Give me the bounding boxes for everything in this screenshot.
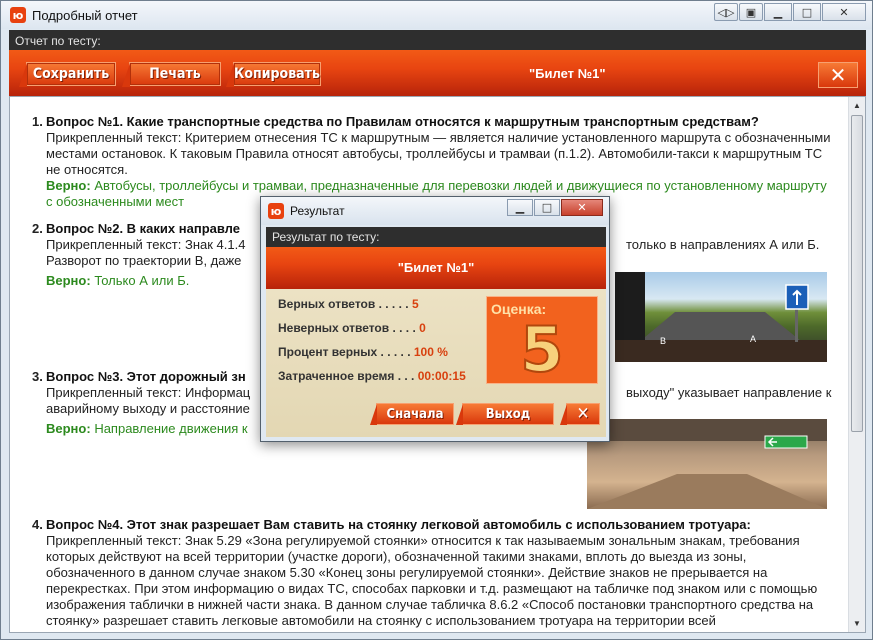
- question-title: Вопрос №4. Этот знак разрешает Вам стави…: [46, 517, 751, 532]
- correct-label: Верно:: [46, 421, 91, 436]
- start-over-button[interactable]: Сначала: [370, 403, 454, 425]
- ticket-title: "Билет №1": [529, 66, 606, 81]
- svg-text:В: В: [660, 336, 666, 346]
- question-text-part: только в направлениях А или Б.: [626, 237, 820, 252]
- stat-correct: Верных ответов . . . . . 5: [278, 297, 419, 311]
- exit-button[interactable]: Выход: [456, 403, 554, 425]
- toolbar: Сохранить Печать Копировать "Билет №1" ✕: [9, 50, 866, 96]
- toolbar-close-button[interactable]: ✕: [818, 62, 858, 88]
- tunnel-scene-image: [587, 419, 827, 509]
- scroll-down-icon[interactable]: ▼: [849, 615, 865, 632]
- close-icon: ✕: [829, 63, 847, 87]
- question-number: 3.: [32, 369, 43, 384]
- dialog-controls: ▁ □ ✕: [506, 199, 603, 216]
- question-number: 4.: [32, 517, 43, 532]
- print-button[interactable]: Печать: [122, 62, 221, 87]
- report-subheader: Отчет по тесту:: [9, 30, 866, 50]
- stat-percent: Процент верных . . . . . 100 %: [278, 345, 448, 359]
- question-text: Прикрепленный текст: Знак 5.29 «Зона рег…: [46, 533, 818, 628]
- correct-label: Верно:: [46, 273, 91, 288]
- correct-text: Направление движения к: [94, 421, 248, 436]
- save-button[interactable]: Сохранить: [19, 62, 116, 87]
- stat-time: Затраченное время . . . 00:00:15: [278, 369, 466, 383]
- correct-label: Верно:: [46, 178, 91, 193]
- question-3-image: [587, 419, 827, 509]
- copy-icon[interactable]: ▣: [739, 3, 763, 21]
- dialog-close-button[interactable]: ✕: [561, 199, 603, 216]
- correct-text: Только А или Б.: [94, 273, 190, 288]
- maximize-button[interactable]: □: [793, 3, 821, 21]
- question-text: Прикрепленный текст: Критерием отнесения…: [46, 130, 831, 177]
- copy-button[interactable]: Копировать: [226, 62, 321, 87]
- close-icon: ✕: [576, 404, 590, 424]
- window-title: Подробный отчет: [32, 7, 138, 23]
- vertical-scrollbar[interactable]: ▲ ▼: [848, 97, 865, 632]
- question-text-part: выходу" указывает направление к: [626, 385, 832, 400]
- question-number: 1.: [32, 114, 43, 129]
- scroll-thumb[interactable]: [851, 115, 863, 432]
- app-logo-icon: ю: [10, 7, 26, 23]
- app-logo-icon: ю: [268, 203, 284, 219]
- question-title: Вопрос №1. Какие транспортные средства п…: [46, 114, 759, 129]
- close-button[interactable]: ✕: [822, 3, 866, 21]
- restore-icon[interactable]: ◁▷: [714, 3, 738, 21]
- dialog-titlebar: ю Результат ▁ □ ✕: [261, 197, 609, 225]
- question-number: 2.: [32, 221, 43, 236]
- minimize-button[interactable]: ▁: [507, 199, 533, 216]
- grade-box: Оценка: 5: [486, 296, 598, 387]
- scroll-up-icon[interactable]: ▲: [849, 97, 865, 114]
- dialog-close-icon-button[interactable]: ✕: [560, 403, 600, 425]
- result-dialog: ю Результат ▁ □ ✕ Результат по тесту: "Б…: [260, 196, 610, 442]
- minimize-button[interactable]: ▁: [764, 3, 792, 21]
- dialog-ticket-band: "Билет №1": [266, 247, 606, 289]
- dialog-ticket-title: "Билет №1": [397, 260, 475, 275]
- window-controls: ◁▷ ▣ ▁ □ ✕: [713, 3, 866, 21]
- window-titlebar: ю Подробный отчет ◁▷ ▣ ▁ □ ✕: [1, 1, 872, 29]
- svg-text:А: А: [750, 334, 756, 344]
- stat-incorrect: Неверных ответов . . . . 0: [278, 321, 426, 335]
- dialog-body: Верных ответов . . . . . 5 Неверных отве…: [266, 289, 606, 437]
- question-4: 4. Вопрос №4. Этот знак разрешает Вам ст…: [32, 517, 836, 629]
- road-scene-image: В А: [615, 272, 827, 362]
- maximize-button[interactable]: □: [534, 199, 560, 216]
- question-2-image: В А: [615, 272, 827, 362]
- dialog-subheader: Результат по тесту:: [266, 227, 606, 247]
- grade-value: 5: [519, 312, 564, 387]
- dialog-title: Результат: [290, 204, 345, 218]
